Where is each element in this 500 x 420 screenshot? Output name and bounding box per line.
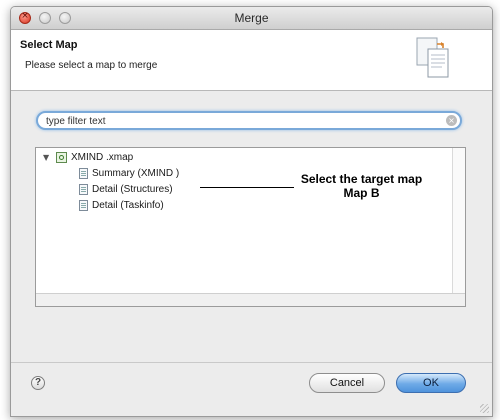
sheet-icon: [79, 199, 88, 211]
annotation-line-1: Select the target map: [300, 172, 423, 186]
tree-item-label: Detail (Taskinfo): [92, 199, 164, 211]
annotation-callout: Select the target map Map B: [294, 172, 429, 200]
sheet-icon: [79, 183, 88, 195]
cancel-button[interactable]: Cancel: [309, 373, 385, 393]
sheet-icon: [79, 167, 88, 179]
merge-documents-icon: [416, 37, 449, 78]
vertical-scrollbar[interactable]: [452, 148, 465, 293]
ok-button[interactable]: OK: [396, 373, 466, 393]
filter-field[interactable]: ×: [36, 111, 462, 130]
banner-title: Select Map: [20, 39, 78, 51]
banner-description: Please select a map to merge: [25, 60, 158, 71]
resize-grip-icon[interactable]: [480, 404, 489, 413]
tree-item-detail-structures[interactable]: Detail (Structures): [79, 182, 173, 196]
map-tree[interactable]: ▼ XMIND .xmap Summary (XMIND ) Detail (S…: [35, 147, 466, 307]
window-title: Merge: [234, 11, 269, 25]
footer-divider: [11, 362, 492, 363]
expand-triangle-icon[interactable]: ▼: [43, 153, 52, 162]
tree-root-xmind[interactable]: ▼ XMIND .xmap: [43, 150, 133, 164]
tree-item-label: Summary (XMIND ): [92, 167, 180, 179]
annotation-line-2: Map B: [343, 186, 380, 200]
clear-filter-icon[interactable]: ×: [446, 115, 457, 126]
title-bar[interactable]: × Merge: [11, 7, 492, 30]
filter-input[interactable]: [46, 114, 436, 128]
dialog-banner: Select Map Please select a map to merge: [11, 30, 492, 91]
tree-item-summary[interactable]: Summary (XMIND ): [79, 166, 179, 180]
horizontal-scrollbar[interactable]: [36, 293, 465, 306]
tree-root-label: XMIND .xmap: [71, 151, 134, 163]
tree-item-detail-taskinfo[interactable]: Detail (Taskinfo): [79, 198, 164, 212]
help-button[interactable]: ?: [31, 376, 45, 390]
xmind-file-icon: [56, 151, 67, 163]
annotation-pointer-line: [200, 187, 294, 188]
merge-dialog: × Merge Select Map Please select a map t…: [10, 6, 493, 417]
tree-item-label: Detail (Structures): [92, 183, 173, 195]
